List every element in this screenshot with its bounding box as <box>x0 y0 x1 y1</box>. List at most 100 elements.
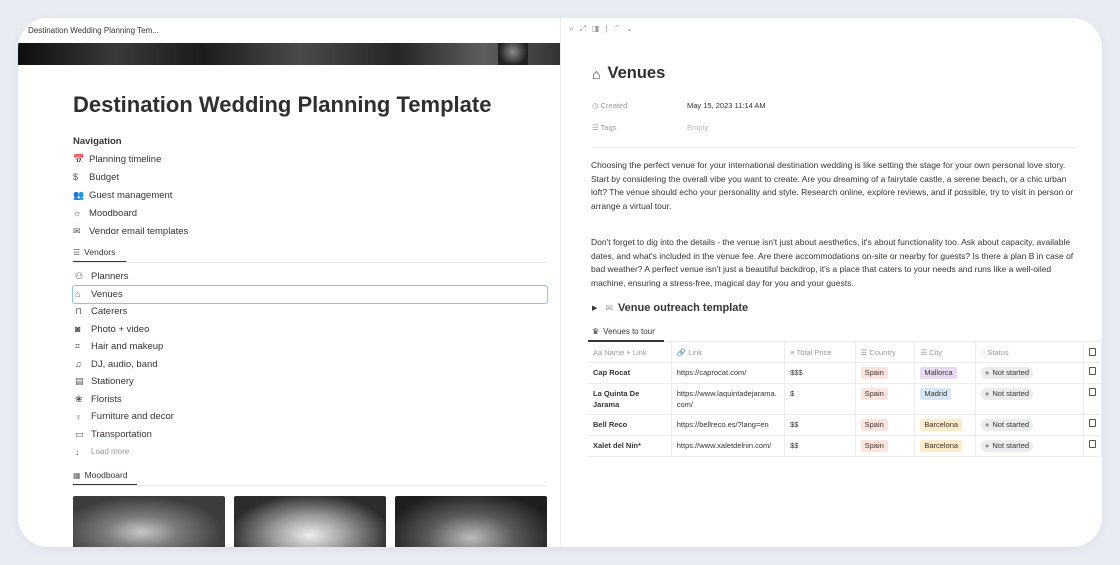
load-more-label: Load more <box>91 447 130 457</box>
vendor-item-stationery[interactable]: ▤ Stationery <box>73 373 547 391</box>
cover-image[interactable] <box>18 43 560 65</box>
side-peek-pane: » ⤢ ◨ | ⌃ ⌄ ⌂ Venues ◷ Created May 15, 2… <box>560 18 1102 547</box>
cell-city[interactable]: Madrid <box>914 383 976 415</box>
vendor-label: Transportation <box>91 428 152 440</box>
cell-city[interactable]: Barcelona <box>914 435 976 457</box>
vendor-item-venues[interactable]: ⌂ Venues <box>72 284 548 304</box>
nav-item-vendor-email-templates[interactable]: ✉ Vendor email templates <box>73 222 493 240</box>
cell-price[interactable]: $$ <box>784 414 856 436</box>
cell-checkbox[interactable] <box>1083 383 1102 415</box>
breadcrumb[interactable]: Destination Wedding Planning Tem... <box>28 26 159 35</box>
cell-status[interactable]: ● Not started <box>975 435 1084 457</box>
status-badge: ● Not started <box>980 418 1034 431</box>
cell-country[interactable]: Spain <box>855 414 916 436</box>
vendor-item-florists[interactable]: ❀ Florists <box>73 391 547 409</box>
vendor-item-hair-makeup[interactable]: ⌗ Hair and makeup <box>73 338 547 356</box>
music-icon: ♫ <box>75 359 82 370</box>
tab-moodboard[interactable]: ▦ Moodboard <box>73 470 128 480</box>
column-header[interactable]: ◌ Status <box>975 342 1084 363</box>
cell-name[interactable]: Bell Reco <box>588 414 672 436</box>
cell-price[interactable]: $$$ <box>784 362 856 384</box>
checkbox[interactable] <box>1088 439 1096 448</box>
tab-vendors[interactable]: ☰ Vendors <box>73 247 115 257</box>
cell-city[interactable]: Mallorca <box>914 362 976 384</box>
property-tags[interactable]: ☰ Tags Empty <box>592 123 708 132</box>
cell-link[interactable]: https://caprocat.com/ <box>671 362 786 384</box>
vendor-item-caterers[interactable]: ⊓ Caterers <box>73 303 547 321</box>
table-row[interactable]: La Quinta De Jarama https://www.laquinta… <box>588 383 1102 415</box>
cell-city[interactable]: Barcelona <box>914 414 976 436</box>
cell-name[interactable]: La Quinta De Jarama <box>588 383 672 415</box>
link-icon: 🔗 <box>676 348 689 357</box>
top-bar: Destination Wedding Planning Tem... <box>18 18 560 43</box>
paragraph: Choosing the perfect venue for your inte… <box>591 160 1074 211</box>
gallery-image[interactable] <box>234 496 386 547</box>
cell-status[interactable]: ● Not started <box>975 414 1084 436</box>
vendor-item-transportation[interactable]: ▭ Transportation <box>73 426 547 444</box>
cell-link[interactable]: https://www.xaletdelnin.com/ <box>671 435 786 457</box>
country-tag: Spain <box>860 439 888 452</box>
cell-checkbox[interactable] <box>1083 435 1102 457</box>
checkbox[interactable] <box>1088 387 1096 396</box>
cell-checkbox[interactable] <box>1083 414 1102 436</box>
cell-country[interactable]: Spain <box>855 362 916 384</box>
tab-venues-to-tour[interactable]: ♛ Venues to tour <box>592 327 655 336</box>
nav-item-guest-management[interactable]: 👥 Guest management <box>73 186 493 204</box>
nav-item-label: Vendor email templates <box>89 225 189 237</box>
load-more-button[interactable]: ↓ Load more <box>73 443 547 461</box>
chevron-down-icon[interactable]: ⌄ <box>626 24 633 34</box>
cell-name[interactable]: Xalet del Nin* <box>588 435 672 457</box>
city-tag: Mallorca <box>920 366 957 379</box>
cell-name[interactable]: Cap Rocat <box>588 362 672 384</box>
toggle-triangle-icon[interactable]: ▶ <box>592 304 597 312</box>
checkbox[interactable] <box>1088 366 1096 375</box>
peek-toolbar: » ⤢ ◨ | ⌃ ⌄ <box>569 24 633 34</box>
cell-country[interactable]: Spain <box>855 383 916 415</box>
expand-icon[interactable]: ⤢ <box>579 24 585 34</box>
column-header[interactable]: Aa Name + Link <box>588 342 672 363</box>
column-header[interactable] <box>1083 342 1102 363</box>
nav-item-moodboard[interactable]: ☼ Moodboard <box>73 204 493 222</box>
property-value[interactable]: Empty <box>687 123 708 132</box>
cell-status[interactable]: ● Not started <box>975 383 1084 415</box>
cell-price[interactable]: $$ <box>784 435 856 457</box>
chevron-up-icon[interactable]: ⌃ <box>614 24 621 34</box>
cell-status[interactable]: ● Not started <box>975 362 1084 384</box>
nav-item-planning-timeline[interactable]: 📅 Planning timeline <box>73 150 493 168</box>
property-value: May 15, 2023 11:14 AM <box>687 101 766 110</box>
vendor-label: Florists <box>91 393 122 405</box>
cell-link[interactable]: https://www.laquintadejarama.com/ <box>671 383 786 415</box>
vendor-item-planners[interactable]: ⚇ Planners <box>73 268 547 286</box>
property-label: ◷ Created <box>592 101 628 110</box>
layout-icon[interactable]: ◨ <box>592 24 600 34</box>
cell-checkbox[interactable] <box>1083 362 1102 384</box>
vendor-label: Photo + video <box>91 323 150 335</box>
table-row[interactable]: Bell Reco https://bellreco.es/?lang=en $… <box>588 414 1102 436</box>
gallery-image[interactable] <box>73 496 225 547</box>
truck-icon: ▭ <box>75 428 84 439</box>
nav-item-budget[interactable]: $ Budget <box>73 168 493 186</box>
checkbox-icon <box>1088 348 1096 356</box>
close-peek-icon[interactable]: » <box>569 24 573 34</box>
sun-icon: ☼ <box>73 208 82 218</box>
column-header[interactable]: 🔗 Link <box>671 342 786 363</box>
vendor-item-photo-video[interactable]: ◙ Photo + video <box>73 321 547 339</box>
nav-item-label: Moodboard <box>89 207 138 219</box>
cell-country[interactable]: Spain <box>855 435 916 457</box>
checkbox[interactable] <box>1088 418 1096 427</box>
table-row[interactable]: Cap Rocat https://caprocat.com/ $$$ Spai… <box>588 362 1102 384</box>
crop-icon: ⌗ <box>75 341 81 352</box>
divider <box>73 485 547 486</box>
cell-link[interactable]: https://bellreco.es/?lang=en <box>671 414 786 436</box>
table-row[interactable]: Xalet del Nin* https://www.xaletdelnin.c… <box>588 435 1102 457</box>
vendor-item-furniture-decor[interactable]: ♀ Furniture and decor <box>73 408 547 426</box>
vendor-item-dj-audio-band[interactable]: ♫ DJ, audio, band <box>73 356 547 374</box>
gallery-image[interactable] <box>395 496 547 547</box>
toggle-block[interactable]: ▶ ✉ Venue outreach template <box>592 302 748 314</box>
cell-price[interactable]: $ <box>784 383 856 415</box>
crown-icon: ♛ <box>592 327 600 336</box>
column-header[interactable]: ☰ City <box>914 342 976 363</box>
vendor-label: Stationery <box>91 376 134 388</box>
column-header[interactable]: ≡ Total Price <box>784 342 856 363</box>
column-header[interactable]: ☰ Country <box>855 342 916 363</box>
